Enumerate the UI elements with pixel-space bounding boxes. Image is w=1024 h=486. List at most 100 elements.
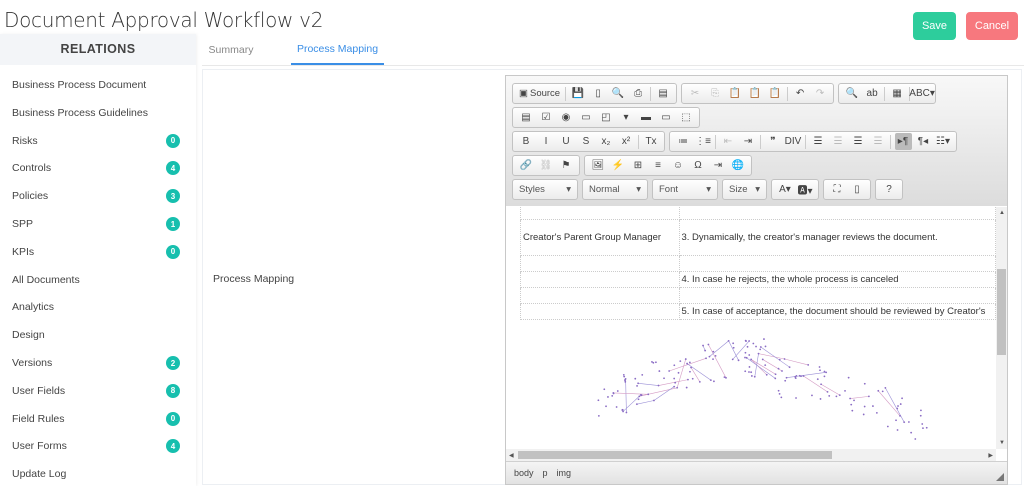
maximize-icon[interactable]: ⛶ xyxy=(829,181,846,198)
sidebar-item-controls[interactable]: Controls 4 xyxy=(12,158,184,178)
horizontal-scroll-thumb[interactable] xyxy=(518,451,832,459)
paste-icon[interactable]: 📋 xyxy=(727,85,744,102)
sidebar-item-user-fields[interactable]: User Fields 8 xyxy=(12,381,184,401)
size-combo[interactable]: Size ▾ xyxy=(722,179,767,200)
image-icon[interactable]: 🖼 xyxy=(590,157,607,174)
align-left-icon[interactable]: ☰ xyxy=(810,133,827,150)
save-icon[interactable]: 💾 xyxy=(570,85,587,102)
image-button-icon[interactable]: ▭ xyxy=(658,109,675,126)
print-icon[interactable]: ⎙ xyxy=(630,85,647,102)
italic-icon[interactable]: I xyxy=(538,133,555,150)
outdent-icon[interactable]: ⇤ xyxy=(720,133,737,150)
font-combo[interactable]: Font ▾ xyxy=(652,179,718,200)
figure-dot xyxy=(886,425,889,428)
unlink-icon[interactable]: ⛓ xyxy=(538,157,555,174)
copy-icon[interactable]: ⎘ xyxy=(707,85,724,102)
find-icon[interactable]: 🔍 xyxy=(844,85,861,102)
preview-icon[interactable]: 🔍 xyxy=(610,85,627,102)
align-center-icon[interactable]: ☰ xyxy=(830,133,847,150)
text-color-icon[interactable]: A▾ xyxy=(777,181,794,198)
scroll-up-icon[interactable]: ▲ xyxy=(999,210,1005,216)
bulleted-list-icon[interactable]: ⋮≡ xyxy=(695,133,712,150)
redo-icon[interactable]: ↷ xyxy=(812,85,829,102)
undo-icon[interactable]: ↶ xyxy=(792,85,809,102)
anchor-icon[interactable]: ⚑ xyxy=(558,157,575,174)
horizontal-scrollbar[interactable]: ◀ ▶ xyxy=(506,449,996,461)
superscript-icon[interactable]: x² xyxy=(618,133,635,150)
form-icon[interactable]: ▤ xyxy=(518,109,535,126)
strikethrough-icon[interactable]: S xyxy=(578,133,595,150)
smiley-icon[interactable]: ☺ xyxy=(670,157,687,174)
bg-color-icon[interactable]: 🅰▾ xyxy=(797,181,814,198)
scroll-right-icon[interactable]: ▶ xyxy=(988,452,993,459)
paste-text-icon[interactable]: 📋 xyxy=(747,85,764,102)
align-right-icon[interactable]: ☰ xyxy=(850,133,867,150)
text-field-icon[interactable]: ▭ xyxy=(578,109,595,126)
figure-dot xyxy=(844,389,846,392)
sidebar-item-spp[interactable]: SPP 1 xyxy=(12,214,184,234)
flash-icon[interactable]: ⚡ xyxy=(610,157,627,174)
subscript-icon[interactable]: x₂ xyxy=(598,133,615,150)
sidebar-item-policies[interactable]: Policies 3 xyxy=(12,186,184,206)
remove-format-icon[interactable]: Tx xyxy=(643,133,660,150)
path-body[interactable]: body xyxy=(514,468,534,478)
save-button[interactable]: Save xyxy=(913,12,956,40)
checkbox-icon[interactable]: ☑ xyxy=(538,109,555,126)
sidebar-item-update-log[interactable]: Update Log xyxy=(12,464,184,484)
select-all-icon[interactable]: ▦ xyxy=(889,85,906,102)
sidebar-item-user-forms[interactable]: User Forms 4 xyxy=(12,436,184,456)
div-icon[interactable]: DIV xyxy=(785,133,802,150)
radio-icon[interactable]: ◉ xyxy=(558,109,575,126)
cut-icon[interactable]: ✂ xyxy=(687,85,704,102)
sidebar-item-business-process-guidelines[interactable]: Business Process Guidelines xyxy=(12,103,184,123)
underline-icon[interactable]: U xyxy=(558,133,575,150)
scroll-down-icon[interactable]: ▼ xyxy=(999,440,1005,446)
path-p[interactable]: p xyxy=(543,468,548,478)
tab-summary[interactable]: Summary xyxy=(202,34,260,65)
table-icon[interactable]: ⊞ xyxy=(630,157,647,174)
blockquote-icon[interactable]: ❞ xyxy=(765,133,782,150)
sidebar-item-all-documents[interactable]: All Documents xyxy=(12,270,184,290)
ltr-icon[interactable]: ▸¶ xyxy=(894,133,912,150)
sidebar-item-design[interactable]: Design xyxy=(12,325,184,345)
button-icon[interactable]: ▬ xyxy=(638,109,655,126)
sidebar-item-kpis[interactable]: KPIs 0 xyxy=(12,242,184,262)
sidebar-item-risks[interactable]: Risks 0 xyxy=(12,131,184,151)
source-button[interactable]: ▣ Source xyxy=(516,88,563,99)
path-img[interactable]: img xyxy=(557,468,572,478)
textarea-icon[interactable]: ◰ xyxy=(598,109,615,126)
spellcheck-icon[interactable]: ABC▾ xyxy=(909,85,935,102)
link-icon[interactable]: 🔗 xyxy=(518,157,535,174)
special-char-icon[interactable]: Ω xyxy=(690,157,707,174)
replace-icon[interactable]: ab xyxy=(864,85,881,102)
styles-combo[interactable]: Styles ▾ xyxy=(512,179,578,200)
cancel-button[interactable]: Cancel xyxy=(966,12,1018,40)
sidebar-item-business-process-document[interactable]: Business Process Document xyxy=(12,75,184,95)
help-icon[interactable]: ? xyxy=(881,181,898,198)
templates-icon[interactable]: ▤ xyxy=(655,85,672,102)
iframe-icon[interactable]: 🌐 xyxy=(730,157,747,174)
horizontal-rule-icon[interactable]: ≡ xyxy=(650,157,667,174)
editor-content[interactable]: Creator's Parent Group Manager 3. Dynamic… xyxy=(506,207,996,450)
tab-process-mapping[interactable]: Process Mapping xyxy=(291,34,384,65)
rtl-icon[interactable]: ¶◂ xyxy=(915,133,932,150)
language-icon[interactable]: ☷▾ xyxy=(935,133,952,150)
vertical-scroll-thumb[interactable] xyxy=(997,269,1006,355)
new-page-icon[interactable]: ▯ xyxy=(590,85,607,102)
bold-icon[interactable]: B xyxy=(518,133,535,150)
format-combo[interactable]: Normal ▾ xyxy=(582,179,648,200)
page-break-icon[interactable]: ⇥ xyxy=(710,157,727,174)
hidden-field-icon[interactable]: ⬚ xyxy=(678,109,695,126)
show-blocks-icon[interactable]: ▯ xyxy=(849,181,866,198)
paste-word-icon[interactable]: 📋 xyxy=(767,85,784,102)
scroll-left-icon[interactable]: ◀ xyxy=(509,452,514,459)
sidebar-item-analytics[interactable]: Analytics xyxy=(12,297,184,317)
numbered-list-icon[interactable]: ≔ xyxy=(675,133,692,150)
sidebar-item-field-rules[interactable]: Field Rules 0 xyxy=(12,409,184,429)
select-icon[interactable]: ▾ xyxy=(618,109,635,126)
indent-icon[interactable]: ⇥ xyxy=(740,133,757,150)
resize-grip-icon[interactable] xyxy=(996,473,1004,481)
justify-icon[interactable]: ☰ xyxy=(870,133,887,150)
sidebar-item-versions[interactable]: Versions 2 xyxy=(12,353,184,373)
vertical-scrollbar[interactable]: ▲ ▼ xyxy=(996,207,1007,449)
